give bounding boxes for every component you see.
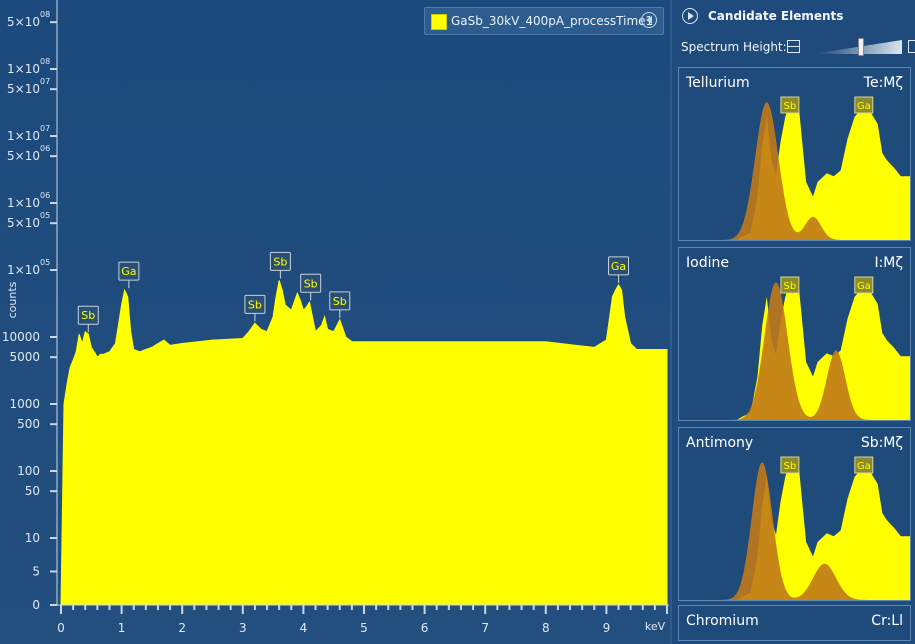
peak-marker-label: Ga	[121, 265, 136, 278]
peak-marker-label: Sb	[273, 255, 287, 268]
y-tick-exponent: 05	[40, 258, 50, 267]
candidate-spectrum: Sb Ga	[679, 96, 910, 240]
peak-marker-sb: Sb	[329, 291, 351, 318]
y-tick-label: 5000	[9, 350, 40, 364]
peak-marker-label: Sb	[81, 309, 95, 322]
panel-header: Candidate Elements	[672, 0, 915, 34]
candidate-code: I:Mζ	[874, 255, 903, 271]
y-tick-exponent: 08	[40, 10, 50, 19]
spectrum-height-label: Spectrum Height:	[681, 40, 787, 54]
x-tick-label: 7	[481, 621, 489, 635]
x-axis-label: keV	[645, 620, 666, 633]
play-circle-icon[interactable]	[682, 8, 698, 24]
y-tick-label: 5×10	[7, 216, 40, 230]
candidate-code: Sb:Mζ	[860, 435, 903, 451]
x-tick-label: 9	[603, 621, 611, 635]
candidate-antimony[interactable]: Sb Ga Antimony Sb:Mζ	[678, 427, 911, 601]
mini-peak-label: Ga	[857, 461, 871, 472]
peak-marker-label: Sb	[248, 298, 262, 311]
peak-marker-label: Ga	[611, 260, 626, 273]
slider-ramp	[812, 40, 902, 54]
mini-peak-label: Ga	[857, 101, 871, 112]
x-tick-label: 5	[360, 621, 368, 635]
legend-swatch	[431, 14, 447, 30]
candidate-code: Te:Mζ	[863, 75, 903, 91]
y-tick-label: 500	[17, 417, 40, 431]
slider-thumb[interactable]	[858, 38, 865, 56]
x-tick-label: 3	[239, 621, 247, 635]
mini-peak-label: Sb	[784, 281, 797, 292]
candidate-code: Cr:Ll	[871, 613, 903, 629]
y-tick-label: 0	[32, 598, 40, 612]
candidate-chromium[interactable]: Chromium Cr:Ll	[678, 605, 911, 641]
peak-marker-sb: Sb	[77, 305, 99, 333]
x-tick-label: 2	[178, 621, 186, 635]
x-tick-label: 6	[421, 621, 429, 635]
x-tick-label: 8	[542, 621, 550, 635]
peak-marker-label: Sb	[304, 277, 318, 290]
peak-marker-label: Sb	[333, 295, 347, 308]
y-tick-label: 1000	[9, 397, 40, 411]
y-tick-label: 1×10	[7, 62, 40, 76]
spectrum-plot: 5×10081×10085×10071×10075×10061×10065×10…	[2, 0, 669, 635]
y-tick-label: 5	[32, 565, 40, 579]
peak-marker-sb: Sb	[269, 251, 291, 279]
y-tick-label: 5×10	[7, 149, 40, 163]
y-tick-label: 10000	[2, 330, 40, 344]
x-tick-label: 4	[300, 621, 308, 635]
y-tick-label: 5×10	[7, 15, 40, 29]
peak-marker-sb: Sb	[300, 273, 322, 301]
candidate-name: Iodine	[686, 255, 729, 271]
y-axis-label: counts	[6, 281, 19, 318]
spectrum-area	[60, 280, 668, 606]
y-tick-label: 5×10	[7, 82, 40, 96]
height-large-icon[interactable]	[908, 40, 915, 53]
spectrum-chart: 5×10 08 1×10 08 5×10 07 1×10 07 5×10 06 1×10 06 5×10…	[0, 0, 670, 644]
y-tick-label: 50	[25, 484, 40, 498]
y-tick-label: 100	[17, 464, 40, 478]
y-tick-exponent: 06	[40, 144, 50, 153]
mini-peak-label: Sb	[784, 461, 797, 472]
y-tick-exponent: 07	[40, 77, 50, 86]
candidate-iodine[interactable]: Sb Ga Iodine I:Mζ	[678, 247, 911, 421]
candidate-name: Antimony	[686, 435, 754, 451]
y-tick-exponent: 06	[40, 191, 50, 200]
y-tick-exponent: 05	[40, 211, 50, 220]
mini-peak-label: Ga	[857, 281, 871, 292]
spectrum-height-slider[interactable]	[812, 38, 902, 56]
peak-marker-ga: Ga	[118, 261, 140, 289]
height-small-icon[interactable]	[787, 40, 800, 53]
candidate-name: Tellurium	[686, 75, 750, 91]
y-tick-label: 10	[25, 531, 40, 545]
peak-marker-ga: Ga	[608, 256, 630, 283]
x-tick-label: 0	[57, 621, 65, 635]
peak-marker-sb: Sb	[244, 294, 266, 322]
panel-title: Candidate Elements	[708, 9, 844, 23]
legend-label: GaSb_30kV_400pA_processTime1	[451, 14, 654, 28]
chevron-left-icon[interactable]	[641, 12, 657, 28]
candidate-name: Chromium	[686, 613, 759, 629]
candidate-elements-panel: Candidate Elements Spectrum Height: Sb Ga…	[670, 0, 915, 644]
candidate-tellurium[interactable]: Sb Ga Tellurium Te:Mζ	[678, 67, 911, 241]
y-tick-exponent: 08	[40, 57, 50, 66]
legend[interactable]: GaSb_30kV_400pA_processTime1	[424, 7, 664, 35]
candidate-spectrum: Sb Ga	[679, 456, 910, 600]
y-tick-label: 1×10	[7, 129, 40, 143]
x-tick-label: 1	[118, 621, 126, 635]
y-tick-exponent: 07	[40, 124, 50, 133]
mini-peak-label: Sb	[784, 101, 797, 112]
candidate-spectrum: Sb Ga	[679, 276, 910, 420]
y-tick-label: 1×10	[7, 196, 40, 210]
y-tick-label: 1×10	[7, 263, 40, 277]
